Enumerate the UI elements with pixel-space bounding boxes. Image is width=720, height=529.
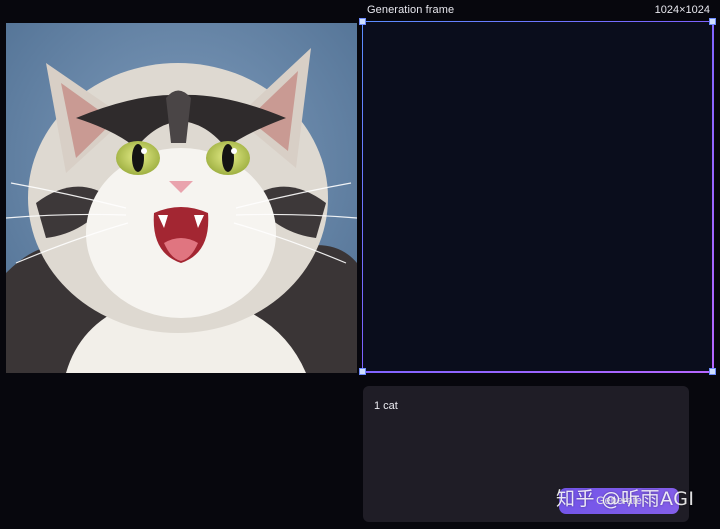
generation-frame-title: Generation frame	[367, 4, 455, 16]
resize-handle-top-left[interactable]	[359, 18, 366, 25]
generation-frame-size: 1024×1024	[654, 4, 710, 16]
resize-handle-bottom-left[interactable]	[359, 368, 366, 375]
prompt-panel[interactable]: 1 cat Generate	[363, 386, 689, 522]
resize-handle-top-right[interactable]	[709, 18, 716, 25]
resize-handle-bottom-right[interactable]	[709, 368, 716, 375]
cat-image	[6, 23, 357, 373]
prompt-input[interactable]: 1 cat	[374, 400, 398, 412]
generation-frame[interactable]	[359, 18, 716, 375]
generate-button[interactable]: Generate	[559, 488, 679, 514]
